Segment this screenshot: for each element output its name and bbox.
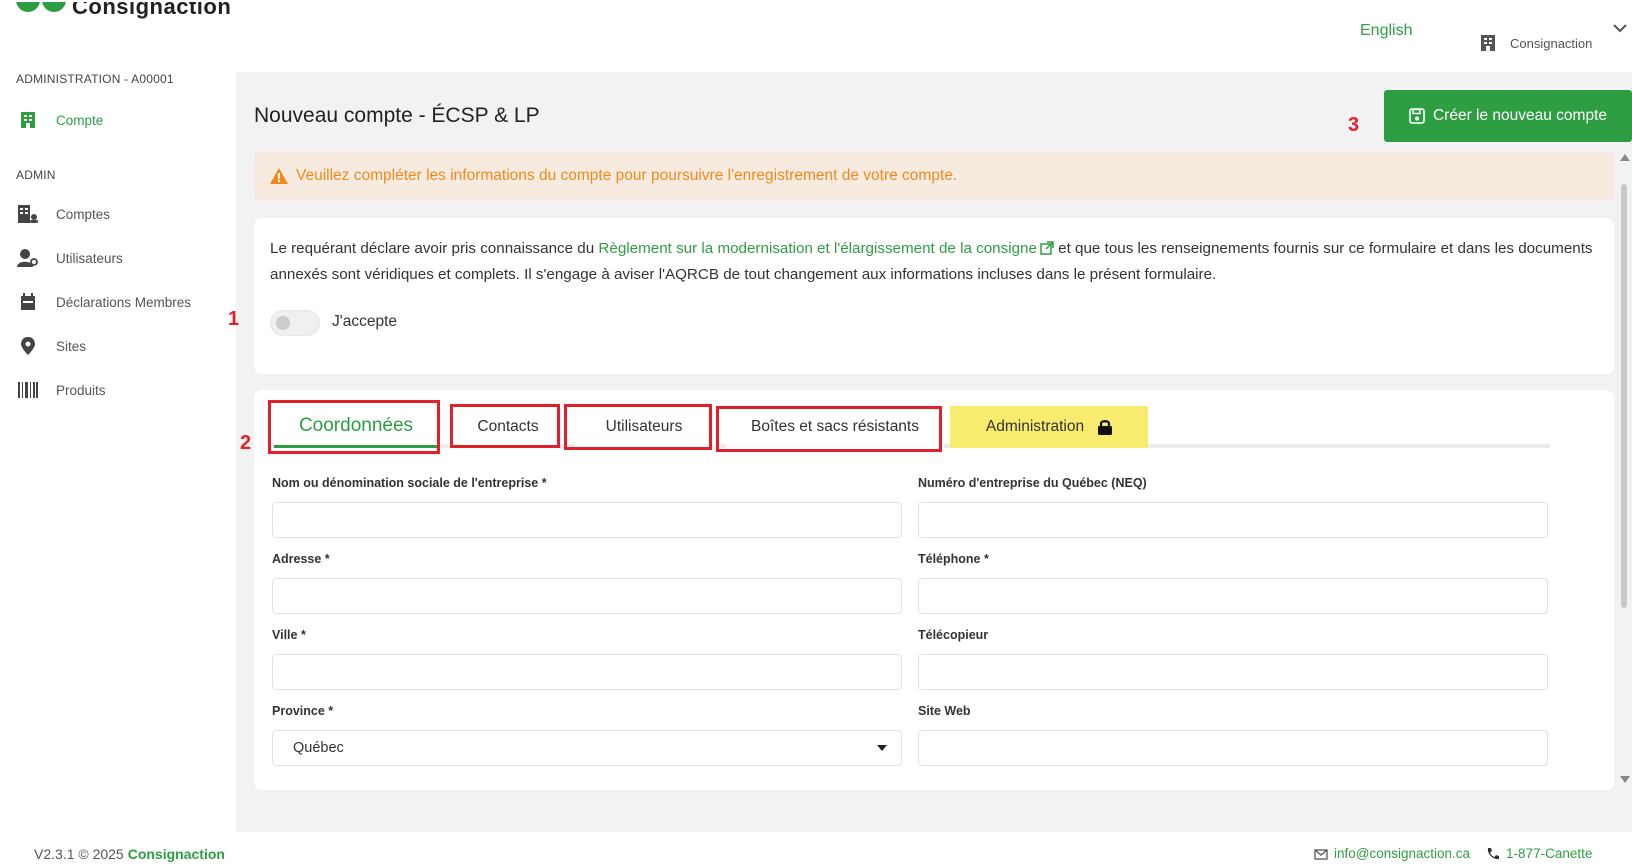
map-pin-icon [16, 336, 40, 356]
city-input[interactable] [272, 654, 902, 690]
province-value: Québec [293, 740, 344, 756]
sidebar-item-comptes[interactable]: Comptes [16, 204, 110, 224]
warning-alert: Veuillez compléter les informations du c… [254, 152, 1614, 200]
sidebar-item-label: Compte [56, 112, 104, 128]
sidebar-item-label: Sites [56, 338, 87, 354]
sidebar-item-label: Déclarations Membres [56, 294, 192, 310]
tab-utilisateurs[interactable]: Utilisateurs [574, 406, 714, 448]
create-account-label: Créer le nouveau compte [1432, 107, 1608, 124]
scroll-thumb[interactable] [1621, 184, 1627, 608]
version-text: V2.3.1 © 2025 [34, 846, 124, 862]
company-name-label: Nom ou dénomination sociale de l'entrepr… [272, 476, 547, 490]
mail-icon [1314, 848, 1328, 860]
company-name-input[interactable] [272, 502, 902, 538]
sidebar: ADMINISTRATION - A00001 Compte ADMIN Com… [0, 72, 236, 832]
annotation-3: 3 [1348, 114, 1360, 136]
accept-label: J'accepte [332, 313, 397, 330]
city-label: Ville * [272, 628, 306, 642]
accept-toggle[interactable] [270, 310, 320, 336]
sidebar-item-compte[interactable]: Compte [16, 110, 103, 130]
language-switch[interactable]: English [1360, 22, 1412, 40]
main-content: Nouveau compte - ÉCSP & LP Créer le nouv… [228, 72, 1632, 832]
barcode-icon [16, 380, 40, 400]
footer: V2.3.1 © 2025 Consignaction info@consigna… [0, 832, 1632, 867]
organization-name: Consignaction [1510, 35, 1593, 51]
building-icon [16, 110, 40, 130]
sidebar-item-declarations[interactable]: Déclarations Membres [16, 292, 191, 312]
sidebar-item-label: Comptes [56, 206, 111, 222]
address-input[interactable] [272, 578, 902, 614]
scrollbar[interactable] [1616, 154, 1632, 784]
users-icon [16, 248, 40, 268]
caret-down-icon [877, 745, 887, 751]
version-info: V2.3.1 © 2025 Consignaction [34, 846, 225, 862]
toggle-knob [276, 316, 290, 330]
lock-icon [1098, 420, 1113, 435]
building-users-icon [16, 204, 40, 224]
neq-label: Numéro d'entreprise du Québec (NEQ) [918, 476, 1147, 490]
annotation-2: 2 [240, 432, 252, 454]
logo-text: Consignaction [72, 2, 232, 19]
footer-brand[interactable]: Consignaction [128, 846, 225, 862]
province-label: Province * [272, 704, 334, 718]
phone-label: Téléphone * [918, 552, 989, 566]
footer-phone[interactable]: 1-877-Canette [1506, 846, 1592, 861]
top-bar: Consignaction English Consignaction [0, 0, 1632, 72]
scroll-up-icon[interactable] [1620, 154, 1630, 161]
website-label: Site Web [918, 704, 971, 718]
tab-administration-label: Administration [985, 418, 1085, 435]
phone-icon [1487, 847, 1500, 859]
sidebar-item-utilisateurs[interactable]: Utilisateurs [16, 248, 123, 268]
create-account-button[interactable]: Créer le nouveau compte [1384, 90, 1632, 142]
chevron-down-icon[interactable] [1612, 20, 1628, 36]
scroll-down-icon[interactable] [1620, 776, 1630, 783]
tab-boites-sacs[interactable]: Boîtes et sacs résistants [726, 406, 944, 448]
logo-mark-icon [16, 2, 66, 12]
organization-selector[interactable]: Consignaction [1480, 34, 1592, 52]
fax-label: Télécopieur [918, 628, 989, 642]
account-form-card: Coordonnées Contacts Utilisateurs Boîtes… [254, 390, 1614, 790]
external-link-icon[interactable] [1040, 241, 1054, 255]
province-select[interactable]: Québec [272, 730, 902, 766]
declaration-prefix: Le requérant déclare avoir pris connaiss… [270, 240, 599, 257]
tab-contacts[interactable]: Contacts [456, 406, 560, 448]
sidebar-section-administration: ADMINISTRATION - A00001 [16, 72, 174, 86]
sidebar-item-produits[interactable]: Produits [16, 380, 106, 400]
address-label: Adresse * [272, 552, 330, 566]
footer-contact: info@consignaction.ca 1-877-Canette [1314, 846, 1592, 861]
sidebar-item-sites[interactable]: Sites [16, 336, 86, 356]
tab-administration[interactable]: Administration [950, 406, 1148, 448]
sidebar-item-label: Produits [56, 382, 106, 398]
declaration-text: Le requérant déclare avoir pris connaiss… [270, 236, 1600, 288]
tab-coordonnees[interactable]: Coordonnées [274, 406, 438, 448]
warning-text: Veuillez compléter les informations du c… [296, 167, 958, 184]
logo[interactable]: Consignaction [16, 2, 231, 32]
phone-input[interactable] [918, 578, 1548, 614]
building-icon [1481, 35, 1495, 51]
footer-email[interactable]: info@consignaction.ca [1334, 846, 1470, 861]
regulation-link[interactable]: Règlement sur la modernisation et l'élar… [598, 240, 1037, 257]
sidebar-item-label: Utilisateurs [56, 250, 123, 266]
save-icon [1409, 108, 1425, 124]
page-title: Nouveau compte - ÉCSP & LP [254, 104, 540, 127]
fax-input[interactable] [918, 654, 1548, 690]
website-input[interactable] [918, 730, 1548, 766]
declaration-card: Le requérant déclare avoir pris connaiss… [254, 218, 1614, 374]
annotation-1: 1 [228, 308, 240, 330]
calendar-icon [16, 292, 40, 312]
sidebar-section-admin: ADMIN [16, 168, 56, 182]
warning-icon [270, 168, 288, 184]
neq-input[interactable] [918, 502, 1548, 538]
